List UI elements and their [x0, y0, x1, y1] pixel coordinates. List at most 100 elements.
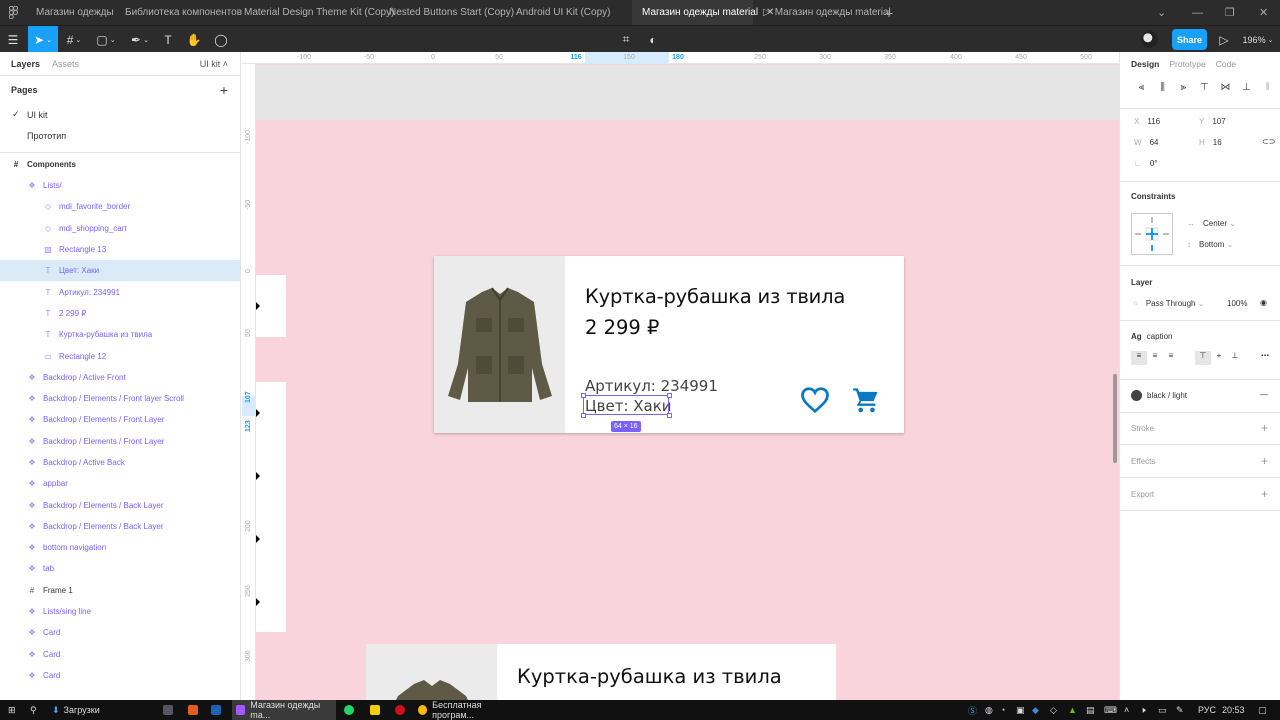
more-options-icon[interactable]: ⋯ — [1257, 351, 1273, 365]
clock[interactable]: 20:53 — [1222, 700, 1245, 720]
resize-handle[interactable] — [667, 413, 672, 418]
search-icon[interactable]: ⚲ — [30, 700, 37, 720]
distribute-icon[interactable]: ⫴ — [1257, 82, 1278, 93]
tab-design[interactable]: Design — [1131, 59, 1159, 69]
layer-item[interactable]: T 2 299 ₽ — [0, 303, 240, 324]
layer-item[interactable]: ❖ Lists/sing line — [0, 601, 240, 622]
tray-icon[interactable]: ▣ — [1016, 700, 1025, 720]
main-menu-icon[interactable]: ☰ — [0, 26, 26, 53]
align-text-middle-icon[interactable]: + — [1211, 351, 1227, 365]
frame-components[interactable]: # Components — [0, 153, 240, 175]
layer-item[interactable]: ❖ tab — [0, 558, 240, 579]
tab-material-theme-kit[interactable]: Material Design Theme Kit (Copy) — [234, 0, 394, 25]
layer-item[interactable]: ❖ Backdrop / Active Back — [0, 452, 240, 473]
layer-item[interactable]: ◇ mdi_favorite_border — [0, 196, 240, 217]
tab-biblioteka[interactable]: Библиотека компонентов — [115, 0, 242, 25]
text-style[interactable]: Ag caption — [1131, 332, 1172, 341]
tab-code[interactable]: Code — [1216, 59, 1236, 69]
fill-style-name[interactable]: black / light — [1147, 391, 1187, 400]
comment-tool-icon[interactable]: ◯ — [210, 26, 232, 53]
shape-tool-icon[interactable]: ▢ ⌄ — [92, 26, 120, 53]
layer-item[interactable]: ❖ Backdrop / Elements / Back Layer — [0, 516, 240, 537]
layer-item-selected[interactable]: T Цвет: Хаки — [0, 260, 240, 282]
layer-item[interactable]: ❖ Backdrop / Elements / Front Layer — [0, 409, 240, 430]
tray-icon[interactable]: ◍ — [985, 700, 993, 720]
favorite-border-icon[interactable] — [800, 386, 830, 414]
side-list-item[interactable] — [256, 275, 286, 337]
layer-item[interactable]: ❖ Lists/ — [0, 175, 240, 196]
resize-handle[interactable] — [581, 393, 586, 398]
tab-android-ui-kit[interactable]: Android UI Kit (Copy) — [506, 0, 632, 25]
app-icon[interactable] — [163, 700, 178, 720]
add-stroke-icon[interactable]: + — [1261, 421, 1268, 435]
notifications-icon[interactable]: ▢ — [1258, 700, 1267, 720]
height-field[interactable]: H 16 — [1199, 138, 1222, 147]
add-effect-icon[interactable]: + — [1261, 454, 1268, 468]
page-item-prototype[interactable]: Прототип — [0, 125, 240, 146]
layer-item[interactable]: ◇ mdi_shopping_cart — [0, 218, 240, 239]
new-tab-button[interactable]: + — [877, 5, 901, 21]
app-icon[interactable] — [211, 700, 226, 720]
selection-box[interactable] — [583, 395, 669, 415]
zoom-dropdown[interactable]: 196% ⌄ — [1240, 26, 1276, 53]
text-tool-icon[interactable]: T — [158, 26, 178, 53]
tray-icon[interactable]: ⌨ — [1104, 700, 1117, 720]
canvas[interactable]: Куртка-рубашка из твила 2 299 ₽ Артикул:… — [242, 52, 1119, 700]
shopping-cart-icon[interactable] — [852, 386, 880, 414]
y-field[interactable]: Y 107 — [1199, 117, 1226, 126]
app-icon[interactable] — [188, 700, 203, 720]
layer-item[interactable]: ❖ Backdrop / Elements / Front Layer — [0, 431, 240, 452]
layer-item[interactable]: ❖ Backdrop / Active Front — [0, 367, 240, 388]
layer-item[interactable]: ▭ Rectangle 12 — [0, 345, 240, 366]
page-switcher[interactable]: UI kit ˄ — [200, 59, 228, 69]
layer-item[interactable]: ❖ Card — [0, 665, 240, 686]
align-center-v-icon[interactable]: ⋈ — [1215, 82, 1236, 93]
blend-mode-dropdown[interactable]: ○ Pass Through ⌄ — [1133, 299, 1204, 308]
layer-item[interactable]: ❖ Card — [0, 644, 240, 665]
avatar[interactable] — [1141, 31, 1158, 48]
skype-icon[interactable]: Ⓢ — [968, 700, 977, 720]
figma-logo-icon[interactable] — [0, 0, 26, 25]
width-field[interactable]: W 64 — [1134, 138, 1158, 147]
tab-magazin-material[interactable]: Магазин одежды material ✕ — [632, 0, 774, 25]
volume-icon[interactable]: 🕨 — [1140, 700, 1146, 720]
opacity-field[interactable]: 100% — [1227, 299, 1247, 308]
x-field[interactable]: X 116 — [1134, 117, 1160, 126]
product-card[interactable]: Куртка-рубашка из твила 2 299 ₽ Артикул:… — [434, 256, 904, 433]
move-tool-icon[interactable]: ➤ ⌄ — [28, 26, 58, 53]
close-window-icon[interactable]: ✕ — [1259, 0, 1268, 25]
constraint-horizontal[interactable]: ↔ Center ⌄ — [1187, 219, 1236, 228]
app-icon[interactable] — [370, 700, 385, 720]
tab-layers[interactable]: Layers — [11, 59, 40, 69]
product-sku[interactable]: Артикул: 234991 — [585, 377, 718, 395]
tab-prototype-magazin[interactable]: ▷ Магазин одежды material — [753, 0, 891, 25]
resize-handle[interactable] — [581, 413, 586, 418]
layer-item[interactable]: ❖ Card — [0, 622, 240, 643]
language-indicator[interactable]: РУС — [1198, 700, 1216, 720]
align-left-icon[interactable]: ⫷ — [1131, 82, 1152, 93]
chevron-down-icon[interactable]: ⌄ — [1157, 0, 1166, 25]
windows-start-icon[interactable]: ⊞ — [8, 700, 16, 720]
crop-icon[interactable]: ⌗ — [616, 26, 636, 53]
product-title[interactable]: Куртка-рубашка из твила — [517, 665, 782, 688]
product-title[interactable]: Куртка-рубашка из твила — [585, 285, 845, 308]
display-icon[interactable]: ▭ — [1158, 700, 1167, 720]
tray-icon[interactable]: ◔ — [1000, 700, 1005, 720]
align-bottom-icon[interactable]: ⊥ — [1236, 82, 1257, 93]
text-align-center-icon[interactable]: ≡ — [1147, 351, 1163, 365]
tab-magazin-odezhdy[interactable]: Магазин одежды — [26, 0, 115, 25]
share-button[interactable]: Share — [1172, 29, 1207, 50]
align-center-h-icon[interactable]: ⫼ — [1152, 82, 1173, 93]
add-export-icon[interactable]: + — [1261, 487, 1268, 501]
app-icon[interactable] — [395, 700, 410, 720]
downloads-taskbar-item[interactable]: ⬇ Загрузки — [52, 700, 100, 720]
add-page-button[interactable]: + — [220, 82, 228, 98]
page-item-ui-kit[interactable]: ✓ UI kit — [0, 104, 240, 125]
layer-item[interactable]: ❖ Backdrop / Elements / Back Layer — [0, 494, 240, 515]
tab-nested-buttons[interactable]: Nested Buttons Start (Copy) — [379, 0, 514, 25]
chevron-up-icon[interactable]: ˄ — [1124, 700, 1129, 720]
layer-item[interactable]: T Артикул: 234991 — [0, 281, 240, 302]
layer-item[interactable]: ❖ Backdrop / Elements / Front layer Scrol… — [0, 388, 240, 409]
layer-item[interactable]: ❖ appbar — [0, 473, 240, 494]
text-align-right-icon[interactable]: ≡ — [1163, 351, 1179, 365]
